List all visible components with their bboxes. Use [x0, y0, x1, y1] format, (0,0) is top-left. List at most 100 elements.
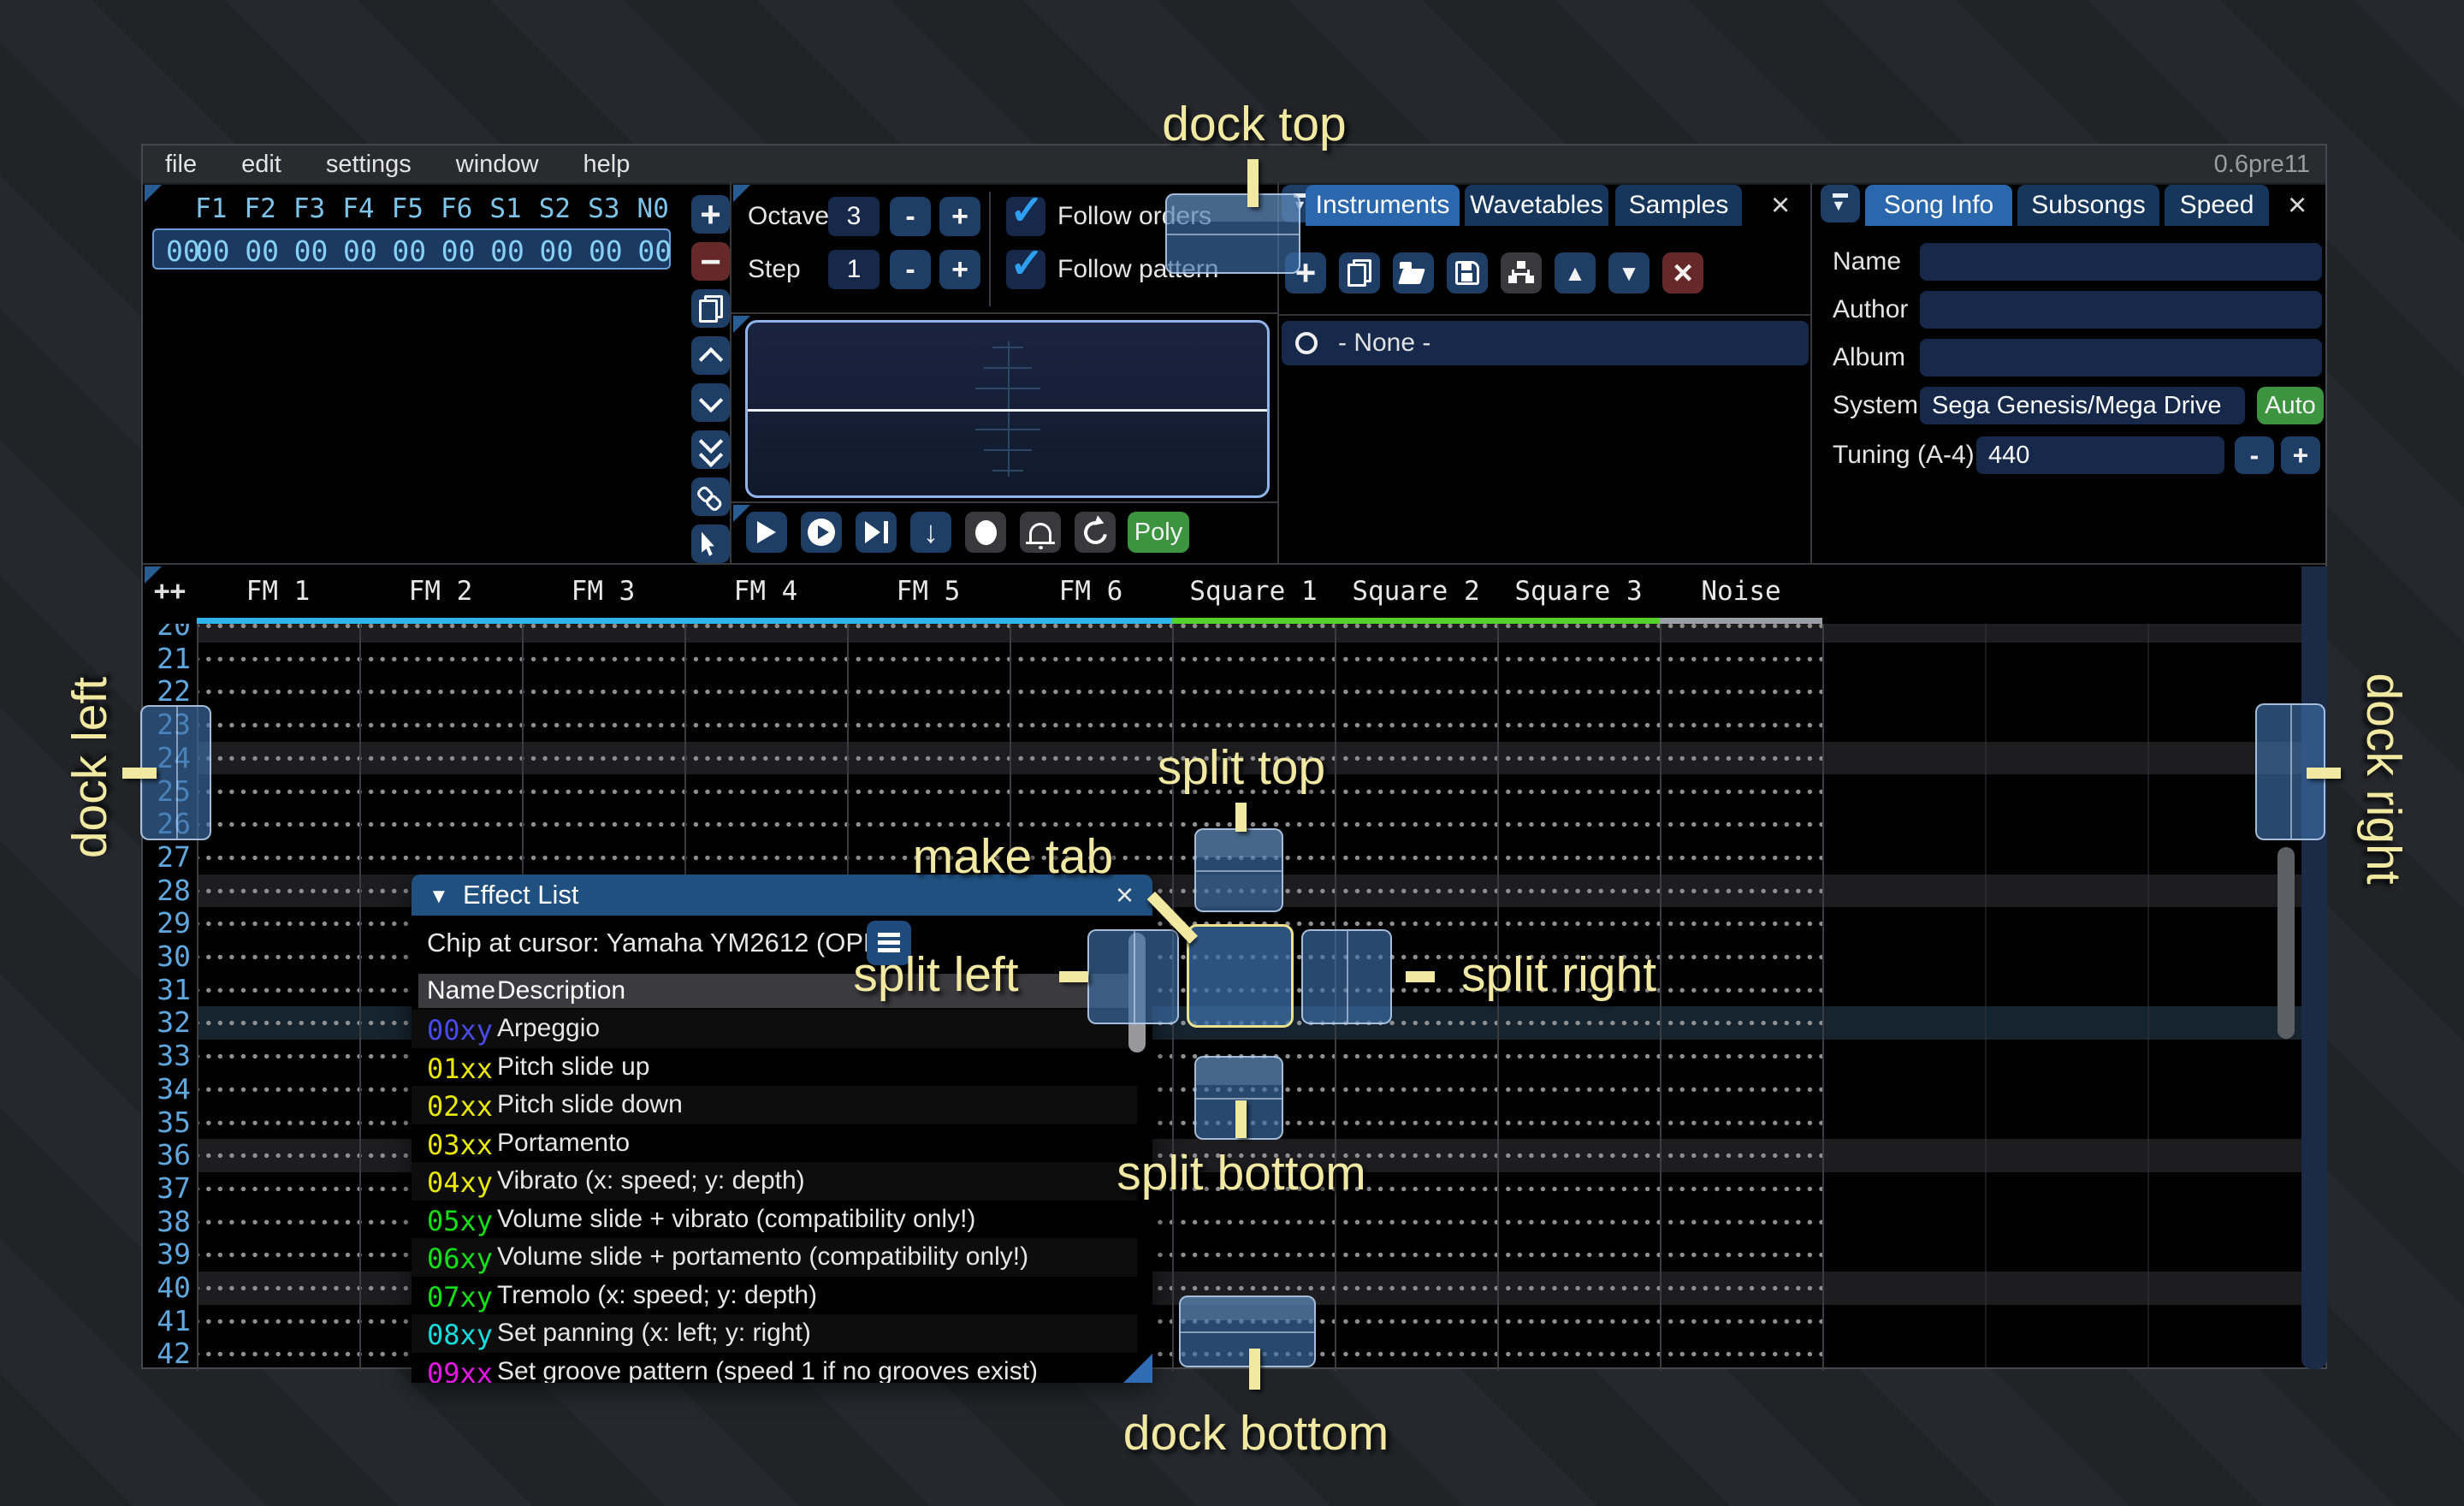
metronome-button[interactable]: [1020, 512, 1061, 553]
channel-header-square-1[interactable]: Square 1: [1172, 565, 1335, 618]
menu-help[interactable]: help: [561, 145, 653, 183]
duplicate-order-end-button[interactable]: [691, 430, 730, 469]
order-cell[interactable]: 00: [631, 234, 679, 268]
tab-samples[interactable]: Samples: [1615, 185, 1742, 226]
effect-description: Volume slide + vibrato (compatibility on…: [497, 1205, 975, 1234]
split-top-target[interactable]: [1194, 828, 1283, 912]
effect-code: 02xx: [427, 1090, 493, 1123]
duplicate-order-button[interactable]: [691, 289, 730, 328]
play-button[interactable]: [746, 512, 787, 553]
octave-plus-button[interactable]: +: [939, 197, 980, 236]
pattern-scrollbar-track[interactable]: [2301, 566, 2327, 1369]
step-value[interactable]: 1: [828, 250, 880, 289]
order-cell[interactable]: 00: [434, 234, 483, 268]
open-instrument-button[interactable]: [1393, 252, 1434, 293]
song-info-close-icon[interactable]: ×: [2288, 188, 2307, 222]
system-input[interactable]: [1920, 387, 2245, 424]
effect-row-03xx: 03xxPortamento: [412, 1124, 1137, 1163]
effect-list-resize-grip[interactable]: [1123, 1354, 1152, 1383]
tab-wavetables[interactable]: Wavetables: [1465, 185, 1608, 226]
duplicate-instrument-button[interactable]: [1339, 252, 1380, 293]
follow-pattern-checkbox[interactable]: ✓: [1006, 250, 1045, 289]
octave-value[interactable]: 3: [828, 197, 880, 236]
split-right-target[interactable]: [1301, 929, 1392, 1024]
channel-underline: [522, 618, 684, 624]
effect-description: Pitch slide down: [497, 1090, 683, 1119]
save-instrument-button[interactable]: [1447, 252, 1488, 293]
pattern-row-21[interactable]: 21: [143, 643, 2301, 676]
order-cell[interactable]: 00: [483, 234, 531, 268]
order-cell[interactable]: 00: [335, 234, 384, 268]
instrument-list-item[interactable]: - None -: [1282, 321, 1809, 365]
menu-file[interactable]: file: [143, 145, 219, 183]
order-cell[interactable]: 00: [237, 234, 286, 268]
channel-header-fm-5[interactable]: FM 5: [847, 565, 1010, 618]
split-left-target[interactable]: [1087, 929, 1179, 1024]
menu-edit[interactable]: edit: [219, 145, 304, 183]
collapse-triangle-icon[interactable]: ▼: [429, 885, 449, 909]
menu-settings[interactable]: settings: [304, 145, 434, 183]
order-cell[interactable]: 00: [581, 234, 630, 268]
follow-orders-checkbox[interactable]: ✓: [1006, 197, 1045, 236]
orders-header-F5: F5: [383, 193, 432, 224]
step-minus-button[interactable]: -: [890, 250, 931, 289]
dock-top-target[interactable]: [1165, 193, 1300, 274]
move-order-down-button[interactable]: [691, 383, 730, 422]
tuning-input[interactable]: [1976, 436, 2224, 474]
album-input[interactable]: [1920, 339, 2322, 376]
pattern-scrollbar-thumb[interactable]: [2277, 847, 2295, 1039]
tab-subsongs[interactable]: Subsongs: [2017, 185, 2159, 226]
author-input[interactable]: [1920, 291, 2322, 329]
channel-header-square-2[interactable]: Square 2: [1335, 565, 1497, 618]
annotation-line: [1059, 971, 1088, 982]
delete-instrument-button[interactable]: ×: [1662, 252, 1703, 293]
move-instrument-up-button[interactable]: ▲: [1555, 252, 1596, 293]
channel-header-noise[interactable]: Noise: [1660, 565, 1822, 618]
order-cell[interactable]: 00: [287, 234, 335, 268]
dock-left-annotation: dock left: [62, 677, 118, 858]
play-pattern-button[interactable]: [801, 512, 842, 553]
deep-clone-order-button[interactable]: [691, 477, 730, 516]
name-input[interactable]: [1920, 243, 2322, 281]
order-row[interactable]: 00 00000000000000000000: [152, 228, 671, 270]
add-order-button[interactable]: +: [691, 195, 730, 234]
menu-items: fileeditsettingswindowhelp: [143, 145, 652, 183]
move-order-up-button[interactable]: [691, 336, 730, 375]
effect-list-close-icon[interactable]: ×: [1116, 875, 1134, 916]
tab-speed[interactable]: Speed: [2165, 185, 2269, 226]
order-cell[interactable]: 00: [532, 234, 581, 268]
tuning-minus-button[interactable]: -: [2235, 436, 2274, 474]
step-row-button[interactable]: ↓: [910, 512, 951, 553]
play-row-button[interactable]: [856, 512, 897, 553]
poly-button[interactable]: Poly: [1128, 512, 1189, 553]
menu-window[interactable]: window: [434, 145, 561, 183]
move-instrument-down-button[interactable]: ▼: [1608, 252, 1650, 293]
order-cell[interactable]: 00: [188, 234, 237, 268]
make-tab-target[interactable]: [1187, 924, 1294, 1028]
song-info-collapse-button[interactable]: [1821, 185, 1860, 222]
instrument-folders-button[interactable]: [1501, 252, 1542, 293]
dock-bottom-target[interactable]: [1179, 1296, 1316, 1367]
octave-minus-button[interactable]: -: [890, 197, 931, 236]
pattern-row-22[interactable]: 22: [143, 675, 2301, 709]
tuning-plus-button[interactable]: +: [2281, 436, 2320, 474]
channel-header-fm-2[interactable]: FM 2: [359, 565, 522, 618]
step-plus-button[interactable]: +: [939, 250, 980, 289]
auto-system-button[interactable]: Auto: [2257, 387, 2324, 424]
order-change-mode-button[interactable]: [691, 525, 730, 563]
split-top-annotation: split top: [1158, 739, 1325, 796]
channel-header-fm-3[interactable]: FM 3: [522, 565, 684, 618]
channel-header-fm-4[interactable]: FM 4: [684, 565, 847, 618]
remove-order-button[interactable]: −: [691, 242, 730, 281]
tab-song-info[interactable]: Song Info: [1865, 185, 2012, 226]
tab-instruments[interactable]: Instruments: [1306, 185, 1460, 226]
channel-header-fm-1[interactable]: FM 1: [197, 565, 359, 618]
order-cell[interactable]: 00: [385, 234, 434, 268]
instruments-close-icon[interactable]: ×: [1771, 188, 1790, 222]
record-button[interactable]: [965, 512, 1006, 553]
channel-header-fm-6[interactable]: FM 6: [1010, 565, 1172, 618]
repeat-pattern-button[interactable]: [1075, 512, 1116, 553]
channel-header-square-3[interactable]: Square 3: [1497, 565, 1660, 618]
pattern-row-23[interactable]: 23: [143, 709, 2301, 742]
row-number: 31: [143, 974, 191, 1006]
